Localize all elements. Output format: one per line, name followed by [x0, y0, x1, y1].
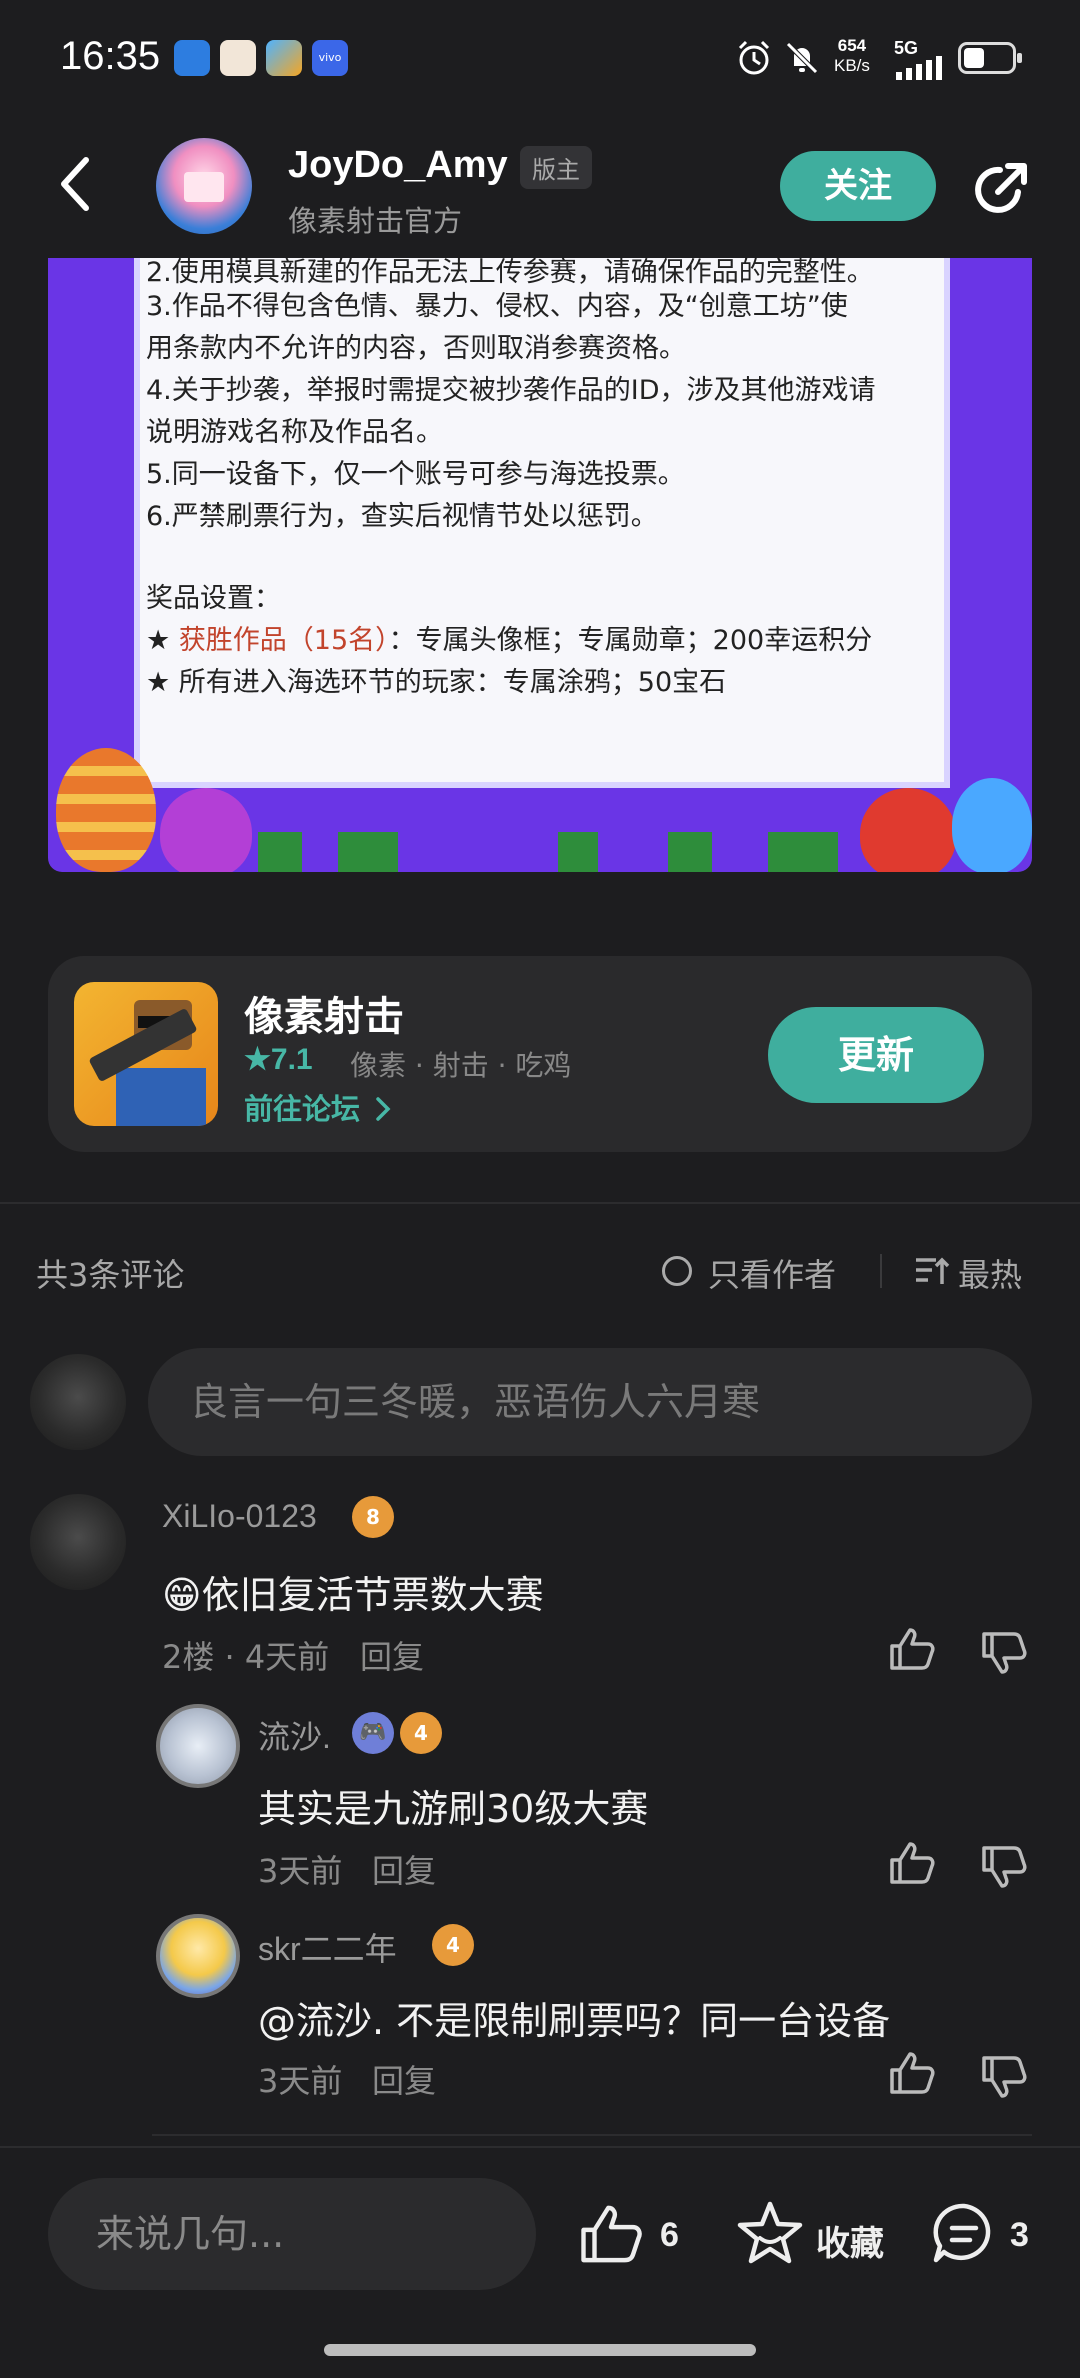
poster-prize-1-rest: ：专属头像框；专属勋章；200幸运积分 — [388, 625, 873, 656]
replier-avatar[interactable] — [156, 1704, 240, 1788]
share-icon[interactable] — [968, 158, 1032, 222]
thumbs-down-icon[interactable] — [980, 2054, 1028, 2100]
level-badge: 8 — [352, 1496, 394, 1538]
forum-link-label: 前往论坛 — [244, 1092, 361, 1126]
favorite-button[interactable]: 收藏 — [816, 2216, 884, 2265]
reply-button[interactable]: 回复 — [372, 2056, 436, 2102]
home-indicator[interactable] — [324, 2344, 756, 2356]
battery-icon — [958, 42, 1022, 74]
replier-name[interactable]: skr二二年 — [258, 1924, 397, 1970]
grin-emoji-icon: 😁 — [162, 1573, 202, 1617]
net-speed: 654 KB/s — [834, 36, 870, 76]
poster-line: 4.关于抄袭，举报时需提交被抄袭作品的ID，涉及其他游戏请 — [146, 375, 876, 406]
pixel-grass — [338, 832, 398, 872]
pixel-egg — [56, 748, 156, 872]
app-icon-1 — [174, 40, 210, 76]
vivo-icon: vivo — [312, 40, 348, 76]
pixel-egg — [160, 788, 252, 872]
poster-line: 用条款内不允许的内容，否则取消参赛资格。 — [146, 333, 686, 364]
app-icon[interactable] — [74, 982, 218, 1126]
reply-text[interactable]: 其实是九游刷30级大赛 — [258, 1778, 648, 1833]
poster-line: 说明游戏名称及作品名。 — [146, 417, 443, 448]
pixel-grass — [668, 832, 712, 872]
app-name[interactable]: 像素射击 — [244, 984, 404, 1042]
post-poster-image[interactable]: 2.使用模具新建的作品无法上传参赛，请确保作品的完整性。 3.作品不得包含色情、… — [48, 258, 1032, 872]
thumbs-up-icon[interactable] — [888, 2050, 936, 2096]
status-time: 16:35 — [60, 34, 161, 78]
commenter-name[interactable]: XiLIo-0123 — [162, 1498, 317, 1535]
comment-text[interactable]: 😁依旧复活节票数大赛 — [162, 1564, 544, 1619]
radio-icon[interactable] — [662, 1256, 692, 1286]
reply-divider — [152, 2134, 1032, 2136]
app-rating: ★7.1 — [244, 1042, 313, 1077]
poster-prize-1-highlight: 获胜作品（15名） — [178, 625, 389, 656]
app-tags: 像素 · 射击 · 吃鸡 — [350, 1049, 572, 1082]
poster-prize-2: ★ 所有进入海选环节的玩家：专属涂鸦；50宝石 — [146, 667, 727, 698]
reply-text[interactable]: @流沙. 不是限制刷票吗？同一台设备 — [258, 1990, 890, 2045]
replier-name[interactable]: 流沙. — [258, 1712, 331, 1758]
net-speed-unit: KB/s — [834, 56, 870, 75]
poster-prize-title: 奖品设置： — [146, 583, 281, 614]
sort-hot-button[interactable]: 最热 — [958, 1250, 1022, 1296]
my-avatar — [30, 1354, 126, 1450]
poster-line: 6.严禁刷票行为，查实后视情节处以惩罚。 — [146, 501, 658, 532]
comment-text-body: 依旧复活节票数大赛 — [201, 1573, 544, 1617]
replier-avatar[interactable] — [156, 1914, 240, 1998]
thumbs-up-icon[interactable] — [888, 1626, 936, 1672]
net-speed-value: 654 — [837, 36, 867, 55]
thumbs-down-icon[interactable] — [980, 1844, 1028, 1890]
thumbs-down-icon[interactable] — [980, 1630, 1028, 1676]
comment-input[interactable]: 良言一句三冬暖，恶语伤人六月寒 — [148, 1348, 1032, 1456]
only-author-toggle[interactable]: 只看作者 — [708, 1250, 836, 1296]
star-icon: ★ — [244, 1043, 271, 1076]
level-badge: 4 — [432, 1924, 474, 1966]
gamepad-badge-icon: 🎮 — [352, 1712, 394, 1754]
like-icon[interactable] — [578, 2202, 644, 2266]
level-badge: 4 — [400, 1712, 442, 1754]
poster-prize-1: ★ 获胜作品（15名）：专属头像框；专属勋章；200幸运积分 — [146, 618, 872, 657]
author-name[interactable]: JoyDo_Amy — [288, 144, 508, 187]
section-divider — [0, 1202, 1080, 1204]
comment-meta: 2楼 · 4天前 — [162, 1638, 330, 1676]
like-count[interactable]: 6 — [660, 2216, 679, 2255]
app-rating-value: 7.1 — [270, 1043, 313, 1076]
pixel-egg — [860, 788, 956, 872]
thumbs-up-icon[interactable] — [888, 1840, 936, 1886]
pixel-egg — [952, 778, 1032, 872]
bottom-comment-input[interactable]: 来说几句... — [48, 2178, 536, 2290]
app-icon-3 — [266, 40, 302, 76]
sort-icon[interactable] — [914, 1256, 950, 1288]
status-bar: 16:35 vivo 654 KB/s 5G — [0, 0, 1080, 120]
header-separator — [880, 1254, 882, 1288]
reply-meta: 3天前 — [258, 2062, 343, 2100]
chevron-right-icon — [376, 1097, 391, 1121]
back-icon[interactable] — [56, 152, 96, 216]
alarm-icon — [738, 40, 770, 75]
comment-count-bottom[interactable]: 3 — [1010, 2216, 1029, 2255]
forum-link[interactable]: 前往论坛 — [244, 1086, 392, 1128]
reply-button[interactable]: 回复 — [360, 1632, 424, 1678]
pixel-grass — [558, 832, 598, 872]
pixel-grass — [258, 832, 302, 872]
star-icon: ★ — [146, 625, 171, 656]
mute-icon — [786, 42, 818, 74]
app-icon-2 — [220, 40, 256, 76]
reply-button[interactable]: 回复 — [372, 1846, 436, 1892]
favorite-star-icon[interactable] — [736, 2200, 804, 2266]
poster-line: 3.作品不得包含色情、暴力、侵权、内容，及“创意工坊”使 — [146, 291, 848, 322]
poster-line: 5.同一设备下，仅一个账号可参与海选投票。 — [146, 459, 685, 490]
reply-meta: 3天前 — [258, 1852, 343, 1890]
author-subtitle: 像素射击官方 — [288, 204, 463, 238]
comment-bubble-icon[interactable] — [930, 2200, 998, 2266]
author-avatar[interactable] — [156, 138, 252, 234]
moderator-badge: 版主 — [520, 146, 592, 189]
pixel-grass — [768, 832, 838, 872]
signal-icon — [896, 56, 942, 80]
comment-count: 共3条评论 — [36, 1256, 185, 1294]
update-button[interactable]: 更新 — [768, 1007, 984, 1103]
follow-button[interactable]: 关注 — [780, 151, 936, 221]
commenter-avatar[interactable] — [30, 1494, 126, 1590]
